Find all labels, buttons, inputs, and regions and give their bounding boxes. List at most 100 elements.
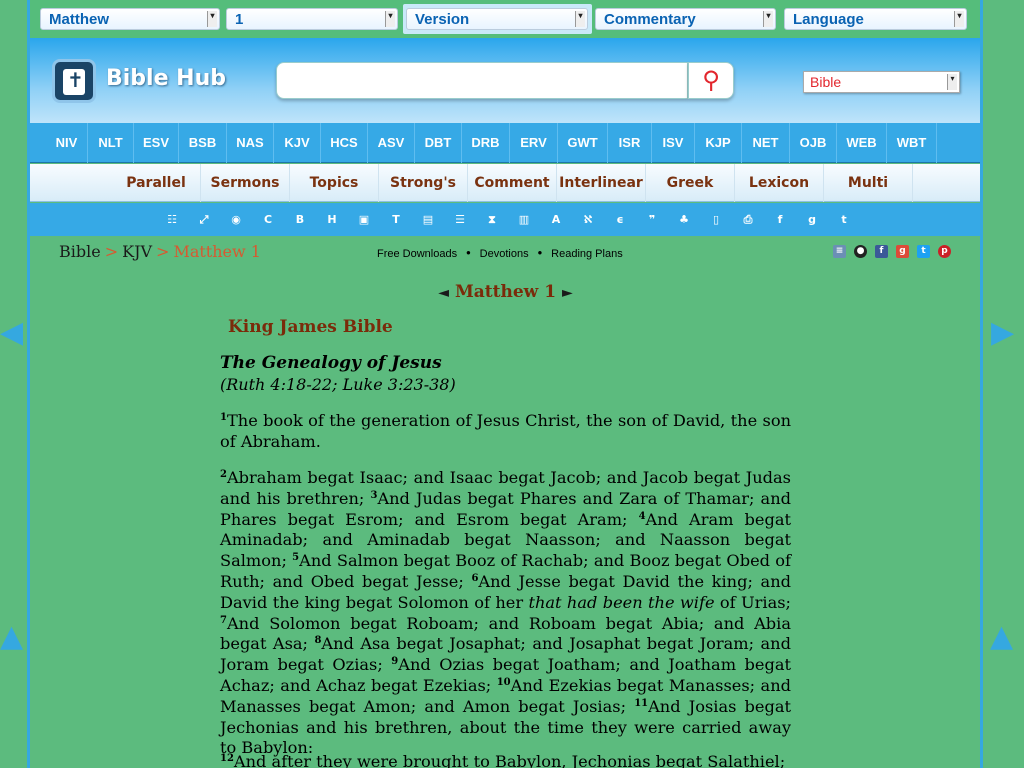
tree-icon[interactable]: ♣ <box>668 203 700 236</box>
social-icons: ≡ ● f g t p <box>833 245 959 258</box>
pinterest-icon[interactable]: p <box>938 245 951 258</box>
verse-number[interactable]: 7 <box>220 615 227 626</box>
verse-number[interactable]: 10 <box>497 677 511 688</box>
version-link[interactable]: ERV <box>510 123 558 163</box>
tool-tab[interactable]: Interlinear <box>557 164 646 202</box>
tool-tab[interactable]: Lexicon <box>735 164 824 202</box>
chart-icon[interactable]: ▥ <box>508 203 540 236</box>
version-link[interactable]: HCS <box>321 123 368 163</box>
search-button[interactable]: ⚲ <box>688 62 734 99</box>
prev-chapter-side-arrow-icon[interactable]: ◀ <box>0 318 23 348</box>
prev-chapter-icon[interactable]: ◄ <box>438 285 449 301</box>
devotions-link[interactable]: Devotions <box>480 248 529 260</box>
version-link[interactable]: BSB <box>179 123 227 163</box>
version-link[interactable]: KJV <box>274 123 321 163</box>
version-link[interactable]: DBT <box>415 123 462 163</box>
book-icon[interactable]: ▤ <box>412 203 444 236</box>
commentary-select[interactable]: Commentary ▾ <box>595 8 776 30</box>
site-name[interactable]: Bible Hub <box>106 66 226 91</box>
version-select[interactable]: Version ▾ <box>406 8 588 30</box>
twitter-icon[interactable]: t <box>828 203 860 236</box>
hebrew-icon[interactable]: ϵ <box>604 203 636 236</box>
search-input[interactable] <box>276 62 688 99</box>
resource-links: Free Downloads • Devotions • Reading Plans <box>377 245 623 260</box>
breadcrumb-version[interactable]: KJV <box>122 242 152 261</box>
list-icon[interactable]: ☰ <box>444 203 476 236</box>
tool-tab[interactable]: Strong's <box>379 164 468 202</box>
search-scope-value: Bible <box>810 74 842 90</box>
version-link[interactable]: WBT <box>887 123 937 163</box>
tools-bar: Parallel Sermons Topics Strong's Comment Inte… <box>30 164 980 202</box>
version-link[interactable]: NIV <box>46 123 88 163</box>
bible-hub-logo-icon[interactable]: ✝ <box>52 59 96 103</box>
search-scope-select[interactable]: Bible ▾ <box>803 71 960 93</box>
next-chapter-side-arrow-icon[interactable]: ▶ <box>991 318 1014 348</box>
translate-icon[interactable]: A <box>540 203 572 236</box>
facebook-icon[interactable]: f <box>875 245 888 258</box>
tool-tab[interactable]: Topics <box>290 164 379 202</box>
icon-list: ☷ ⤢ ◉ C B H ▣ T ▤ ☰ ⧗ ▥ A ℵ ϵ ❞ ♣ ▯ ⎙ f g t <box>30 203 980 236</box>
chapter-select[interactable]: 1 ▾ <box>226 8 398 30</box>
tool-tab[interactable]: Sermons <box>201 164 290 202</box>
tool-tab[interactable]: Multi <box>824 164 913 202</box>
h-icon[interactable]: H <box>316 203 348 236</box>
free-downloads-link[interactable]: Free Downloads <box>377 248 457 260</box>
version-link[interactable]: ISV <box>652 123 695 163</box>
mobile-icon[interactable]: ▯ <box>700 203 732 236</box>
b-icon[interactable]: B <box>284 203 316 236</box>
tool-tab[interactable]: Comment <box>468 164 557 202</box>
version-link[interactable]: WEB <box>837 123 887 163</box>
image-icon[interactable]: ▣ <box>348 203 380 236</box>
version-link[interactable]: NLT <box>88 123 134 163</box>
breadcrumb-bible[interactable]: Bible <box>59 242 101 261</box>
share-icon[interactable]: ● <box>854 245 867 258</box>
verse-number[interactable]: 1 <box>220 412 227 423</box>
twitter-icon[interactable]: t <box>917 245 930 258</box>
scroll-top-left-icon[interactable]: ▲ <box>0 622 23 652</box>
chevron-down-icon: ▾ <box>763 11 773 27</box>
tool-tab[interactable]: Greek <box>646 164 735 202</box>
print-icon[interactable]: ⎙ <box>732 203 764 236</box>
hourglass-icon[interactable]: ⧗ <box>476 203 508 236</box>
chevron-down-icon: ▾ <box>575 11 585 27</box>
version-select-value: Version <box>415 11 470 28</box>
right-rail <box>980 0 983 768</box>
verse-number[interactable]: 12 <box>220 753 234 764</box>
version-link[interactable]: ISR <box>608 123 652 163</box>
verse-number[interactable]: 11 <box>634 698 648 709</box>
scroll-top-right-icon[interactable]: ▲ <box>990 622 1013 652</box>
google-plus-icon[interactable]: g <box>796 203 828 236</box>
tool-tab[interactable]: Parallel <box>112 164 201 202</box>
c-icon[interactable]: C <box>252 203 284 236</box>
version-link[interactable]: ESV <box>134 123 179 163</box>
next-chapter-icon[interactable]: ► <box>562 285 573 301</box>
section-crossref[interactable]: (Ruth 4:18-22; Luke 3:23-38) <box>220 375 456 394</box>
version-link[interactable]: NET <box>742 123 790 163</box>
book-select[interactable]: Matthew ▾ <box>40 8 220 30</box>
commentary-select-value: Commentary <box>604 11 696 28</box>
aleph-icon[interactable]: ℵ <box>572 203 604 236</box>
reading-plans-link[interactable]: Reading Plans <box>551 248 623 260</box>
version-link[interactable]: NAS <box>227 123 274 163</box>
verse-number[interactable]: 2 <box>220 469 227 480</box>
facebook-icon[interactable]: f <box>764 203 796 236</box>
bullet: • <box>537 245 543 260</box>
chapter-nav: ◄ Matthew 1 ► <box>0 282 1011 302</box>
version-link[interactable]: DRB <box>462 123 510 163</box>
version-link[interactable]: OJB <box>790 123 837 163</box>
language-select[interactable]: Language ▾ <box>784 8 967 30</box>
cross-ref-icon[interactable]: ⤢ <box>188 203 220 236</box>
version-link[interactable]: GWT <box>558 123 608 163</box>
version-link[interactable]: KJP <box>695 123 742 163</box>
site-header: ✝ Bible Hub ⚲ Bible ▾ <box>30 38 980 123</box>
t-icon[interactable]: T <box>380 203 412 236</box>
outline-icon[interactable]: ☷ <box>156 203 188 236</box>
eye-icon[interactable]: ◉ <box>220 203 252 236</box>
verse-text: The book of the generation of Jesus Chri… <box>220 411 791 451</box>
section-heading: The Genealogy of Jesus <box>220 353 442 373</box>
verse-number[interactable]: 4 <box>639 511 646 522</box>
google-plus-icon[interactable]: g <box>896 245 909 258</box>
rss-icon[interactable]: ≡ <box>833 245 846 258</box>
version-link[interactable]: ASV <box>368 123 415 163</box>
quote-icon[interactable]: ❞ <box>636 203 668 236</box>
